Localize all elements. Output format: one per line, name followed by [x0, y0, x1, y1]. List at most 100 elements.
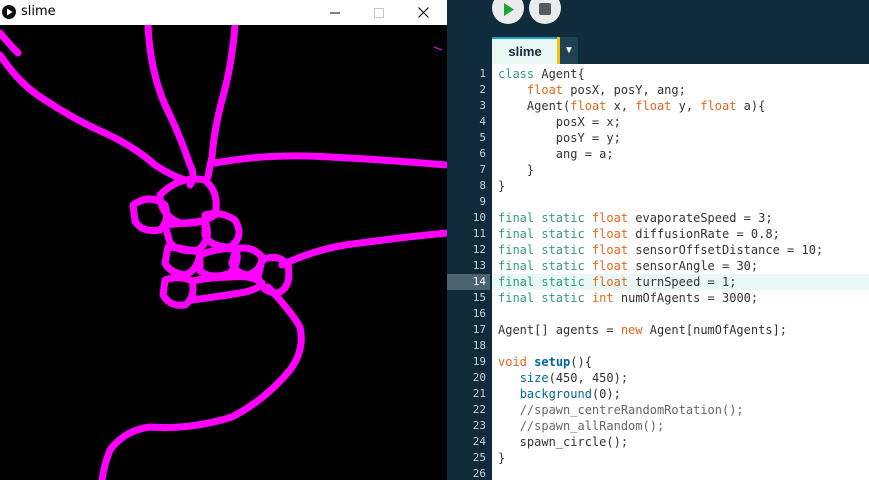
code-line[interactable]: //spawn_allRandom();	[492, 418, 869, 434]
code-token: y,	[671, 99, 701, 113]
code-token: static	[541, 243, 585, 257]
stop-button[interactable]	[529, 0, 561, 24]
sketch-window: slime	[0, 0, 447, 480]
code-line-text: spawn_circle();	[498, 434, 628, 450]
code-token: (450, 450);	[548, 371, 629, 385]
code-token: final	[498, 211, 535, 225]
tab-slime[interactable]: slime	[492, 37, 558, 64]
code-token: Agent(	[498, 99, 571, 113]
line-number: 12	[472, 243, 486, 256]
run-button[interactable]	[492, 0, 524, 24]
line-number: 17	[472, 323, 486, 336]
code-line[interactable]: size(450, 450);	[492, 370, 869, 386]
code-area[interactable]: class Agent{ float posX, posY, ang; Agen…	[492, 64, 869, 480]
tab-bar: slime ▼	[492, 37, 869, 64]
code-line[interactable]	[492, 338, 869, 354]
code-token: background	[519, 387, 592, 401]
dropdown-arrow-icon: ▼	[564, 45, 574, 56]
line-number: 9	[479, 195, 486, 208]
code-line-text: final static float evaporateSpeed = 3;	[498, 210, 773, 226]
code-line[interactable]: final static int numOfAgents = 3000;	[492, 290, 869, 306]
code-token: static	[541, 211, 585, 225]
line-number: 5	[479, 131, 486, 144]
code-line[interactable]: //spawn_centreRandomRotation();	[492, 402, 869, 418]
code-token: static	[541, 227, 585, 241]
sketch-titlebar[interactable]: slime	[0, 0, 447, 25]
code-token: float	[591, 211, 629, 225]
code-token: Agent[] agents =	[498, 323, 621, 337]
code-token: ang = a;	[498, 147, 614, 161]
code-token: (0);	[591, 387, 621, 401]
code-line[interactable]: }	[492, 162, 869, 178]
code-line[interactable]: posX = x;	[492, 114, 869, 130]
line-number: 16	[472, 307, 486, 320]
close-button[interactable]	[401, 0, 446, 25]
code-line[interactable]: spawn_circle();	[492, 434, 869, 450]
code-line[interactable]: }	[492, 450, 869, 466]
line-number: 23	[472, 419, 486, 432]
code-line[interactable]: Agent[] agents = new Agent[numOfAgents];	[492, 322, 869, 338]
code-token: void	[498, 355, 527, 369]
code-line[interactable]: Agent(float x, float y, float a){	[492, 98, 869, 114]
code-line[interactable]	[492, 306, 869, 322]
code-line-text: background(0);	[498, 386, 621, 402]
code-line[interactable]	[492, 194, 869, 210]
code-line[interactable]: final static float sensorAngle = 30;	[492, 258, 869, 274]
code-line[interactable]: posY = y;	[492, 130, 869, 146]
code-line[interactable]: final static float evaporateSpeed = 3;	[492, 210, 869, 226]
code-line[interactable]: void setup(){	[492, 354, 869, 370]
line-number: 2	[479, 83, 486, 96]
tab-menu-button[interactable]: ▼	[560, 37, 578, 64]
code-token: final	[498, 291, 535, 305]
code-line[interactable]: final static float sensorOffsetDistance …	[492, 242, 869, 258]
maximize-button[interactable]	[356, 0, 401, 25]
line-number: 25	[472, 451, 486, 464]
code-line-text: ang = a;	[498, 146, 614, 162]
line-number: 13	[472, 259, 486, 272]
code-token: float	[591, 227, 629, 241]
sketch-canvas[interactable]	[0, 25, 447, 480]
code-token: spawn_circle();	[498, 435, 629, 449]
code-line[interactable]	[492, 466, 869, 480]
code-token: float	[591, 243, 629, 257]
code-line-text: class Agent{	[498, 66, 585, 82]
code-line-text: }	[498, 178, 505, 194]
code-token: posX, posY, ang;	[563, 83, 686, 97]
code-line[interactable]: }	[492, 178, 869, 194]
code-line-text: posY = y;	[498, 130, 621, 146]
code-token: static	[541, 259, 585, 273]
line-number: 11	[472, 227, 486, 240]
code-line-text: //spawn_centreRandomRotation();	[498, 402, 744, 418]
code-token: float	[570, 99, 607, 113]
code-line[interactable]: final static float turnSpeed = 1;	[492, 274, 869, 290]
code-line-text: final static float turnSpeed = 1;	[498, 274, 736, 290]
code-token: static	[541, 275, 585, 289]
code-line[interactable]: float posX, posY, ang;	[492, 82, 869, 98]
code-token: final	[498, 243, 535, 257]
code-line[interactable]: final static float diffusionRate = 0.8;	[492, 226, 869, 242]
code-token: }	[498, 179, 506, 193]
code-line-text: posX = x;	[498, 114, 621, 130]
code-token: posY = y;	[498, 131, 621, 145]
processing-ide: slime ▼ 1 2 3 4 5 6 7 8 9 10 11 12 13 14 15 16 17 18 19 20 2…	[447, 0, 869, 480]
code-token: int	[591, 291, 614, 305]
code-line[interactable]: ang = a;	[492, 146, 869, 162]
sketch-window-title: slime	[21, 4, 56, 19]
code-token: a){	[736, 99, 766, 113]
code-line-text: void setup(){	[498, 354, 592, 370]
code-token: float	[700, 99, 737, 113]
code-token: final	[498, 275, 535, 289]
code-line[interactable]: background(0);	[492, 386, 869, 402]
minimize-button[interactable]	[312, 0, 357, 25]
code-token: }	[498, 451, 506, 465]
line-number: 24	[472, 435, 486, 448]
code-token: final	[498, 259, 535, 273]
code-line[interactable]: class Agent{	[492, 66, 869, 82]
code-editor[interactable]: 1 2 3 4 5 6 7 8 9 10 11 12 13 14 15 16 17 18 19 20 21 22 23 24 2…	[447, 64, 869, 480]
line-number: 8	[479, 179, 486, 192]
code-token: posX = x;	[498, 115, 621, 129]
code-line-text: final static float sensorOffsetDistance …	[498, 242, 823, 258]
